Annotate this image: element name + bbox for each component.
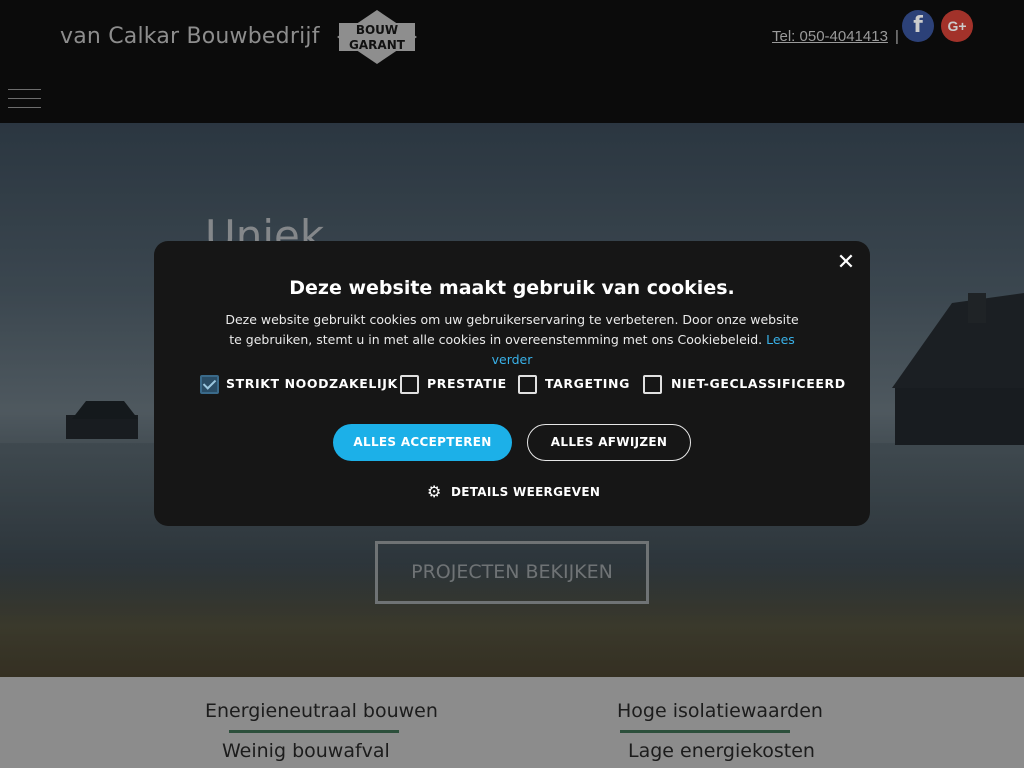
logo-text-top: BOUW xyxy=(356,23,398,37)
feature-low-energy-costs: Lage energiekosten xyxy=(628,740,815,762)
checkbox-label-strict: STRIKT NOODZAKELIJK xyxy=(226,376,398,391)
feature-little-waste: Weinig bouwafval xyxy=(222,740,390,762)
cookie-body: Deze website gebruikt cookies om uw gebr… xyxy=(224,310,800,370)
feature-energy-neutral: Energieneutraal bouwen xyxy=(205,700,438,722)
close-icon[interactable]: ✕ xyxy=(835,252,857,274)
brand-name[interactable]: van Calkar Bouwbedrijf xyxy=(60,24,320,49)
checkbox-strict[interactable] xyxy=(200,375,219,394)
google-plus-icon[interactable]: G+ xyxy=(941,10,973,42)
checkbox-unclassified[interactable] xyxy=(643,375,662,394)
cookie-body-text: Deze website gebruikt cookies om uw gebr… xyxy=(225,312,799,347)
accept-all-button[interactable]: ALLES ACCEPTEREN xyxy=(333,424,512,461)
gear-icon: ⚙ xyxy=(427,482,442,501)
checkbox-label-performance: PRESTATIE xyxy=(427,376,507,391)
checkbox-performance[interactable] xyxy=(400,375,419,394)
cookie-dialog: ✕ Deze website maakt gebruik van cookies… xyxy=(154,241,870,526)
feature-underline-left xyxy=(229,730,399,733)
checkbox-targeting[interactable] xyxy=(518,375,537,394)
hamburger-menu-icon[interactable] xyxy=(8,89,41,109)
separator: | xyxy=(895,28,899,45)
bouwgarant-logo[interactable]: BOUW GARANT xyxy=(336,9,418,65)
feature-high-insulation: Hoge isolatiewaarden xyxy=(617,700,823,722)
reject-all-button[interactable]: ALLES AFWIJZEN xyxy=(527,424,691,461)
checkbox-label-targeting: TARGETING xyxy=(545,376,630,391)
logo-text-bottom: GARANT xyxy=(349,38,406,52)
feature-underline-right xyxy=(620,730,790,733)
checkbox-label-unclassified: NIET-GECLASSIFICEERD xyxy=(671,376,846,391)
facebook-icon[interactable]: f xyxy=(902,10,934,42)
features-section: Energieneutraal bouwen Weinig bouwafval … xyxy=(0,677,1024,768)
site-header: van Calkar Bouwbedrijf BOUW GARANT Tel: … xyxy=(0,0,1024,123)
phone-link[interactable]: Tel: 050-4041413 xyxy=(772,28,888,45)
cookie-title: Deze website maakt gebruik van cookies. xyxy=(289,277,735,299)
show-details-label: DETAILS WEERGEVEN xyxy=(451,485,601,499)
